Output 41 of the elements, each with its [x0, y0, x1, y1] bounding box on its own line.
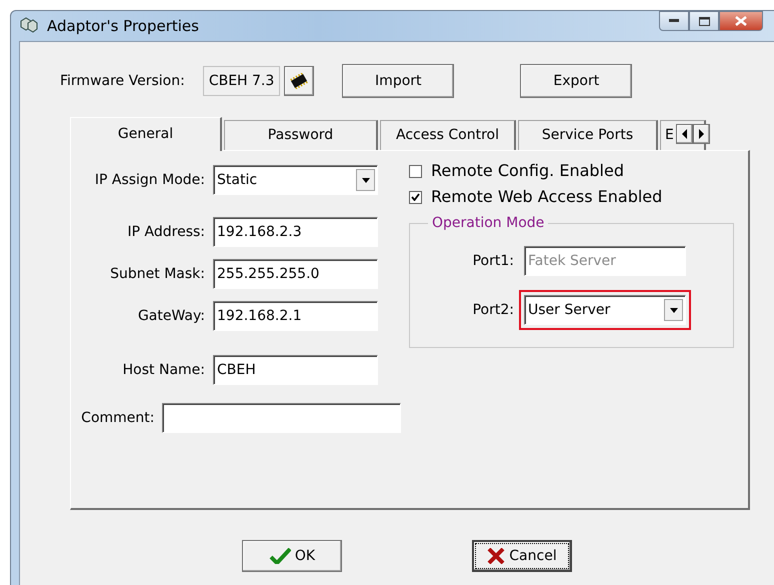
- maximize-button[interactable]: [689, 11, 719, 31]
- import-button[interactable]: Import: [342, 64, 454, 98]
- chip-button[interactable]: [284, 66, 314, 96]
- dropdown[interactable]: Static: [213, 165, 378, 195]
- check-icon: [268, 548, 291, 564]
- ok-button[interactable]: OK: [242, 540, 342, 572]
- field-label: Host Name:: [122, 360, 206, 380]
- field-label: IP Assign Mode:: [94, 170, 206, 190]
- checkbox[interactable]: Remote Web Access Enabled: [409, 185, 734, 209]
- scroll-left-icon[interactable]: [676, 124, 693, 144]
- cancel-button[interactable]: Cancel: [472, 540, 572, 572]
- minimize-button[interactable]: [659, 11, 689, 31]
- checkmark-icon: [411, 193, 420, 201]
- field-label: Port1:: [472, 252, 515, 270]
- input-field[interactable]: CBEH: [213, 355, 378, 385]
- field-label: IP Address:: [126, 222, 206, 242]
- tab[interactable]: Password: [224, 120, 378, 150]
- input-field[interactable]: [162, 403, 401, 433]
- checkbox[interactable]: Remote Config. Enabled: [409, 159, 734, 183]
- scroll-right-icon[interactable]: [693, 124, 710, 144]
- field-label: Subnet Mask:: [109, 264, 206, 284]
- firmware-version-field: CBEH 7.3: [202, 66, 280, 96]
- tab[interactable]: General: [70, 117, 222, 151]
- field-label: Port2:: [472, 300, 515, 320]
- cross-icon: [487, 548, 506, 564]
- dropdown[interactable]: User Server: [524, 295, 686, 325]
- maximize-icon: [698, 16, 710, 26]
- field-label: GateWay:: [136, 306, 206, 326]
- field-label: Comment:: [80, 408, 156, 428]
- minimize-icon: [669, 19, 679, 23]
- tab[interactable]: Service Ports: [518, 120, 658, 150]
- input-field[interactable]: 192.168.2.1: [213, 301, 378, 331]
- firmware-label: Firmware Version:: [60, 72, 185, 90]
- window-title: Adaptor's Properties: [47, 16, 199, 37]
- close-icon: [735, 16, 747, 26]
- close-button[interactable]: [719, 11, 763, 31]
- input-field[interactable]: 255.255.255.0: [213, 259, 378, 289]
- tab[interactable]: Access Control: [380, 120, 516, 150]
- app-icon: [19, 17, 39, 35]
- export-button[interactable]: Export: [520, 64, 632, 98]
- input-field[interactable]: 192.168.2.3: [213, 217, 378, 247]
